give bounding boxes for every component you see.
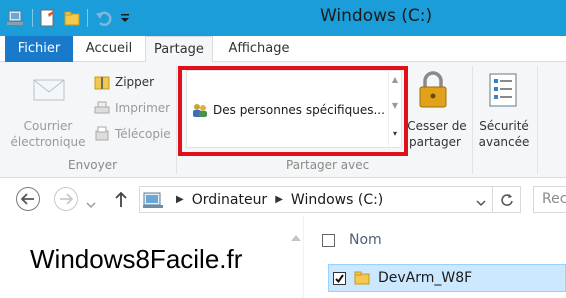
- send-group-label: Envoyer: [68, 158, 118, 172]
- email-icon: [32, 72, 66, 110]
- tab-file[interactable]: Fichier: [5, 36, 73, 62]
- scroll-up-icon[interactable]: [291, 226, 301, 245]
- refresh-icon[interactable]: [492, 187, 520, 212]
- forward-arrow-icon: [59, 190, 74, 209]
- search-input[interactable]: Rec: [533, 186, 566, 213]
- content-area: Windows8Facile.fr Nom DevArm_W8F: [0, 216, 566, 298]
- title-bar: Windows (C:): [0, 0, 566, 36]
- quick-access-toolbar: [4, 6, 130, 30]
- tab-view[interactable]: Affichage: [222, 36, 296, 62]
- fax-icon: [94, 126, 112, 142]
- select-all-checkbox[interactable]: [322, 233, 335, 247]
- address-dropdown-icon[interactable]: [476, 195, 486, 211]
- undo-icon[interactable]: [94, 8, 114, 28]
- zip-folder-icon: [94, 74, 112, 90]
- recent-locations-icon[interactable]: [86, 194, 96, 213]
- printer-icon: [94, 100, 112, 116]
- highlight-box: [178, 66, 408, 156]
- stop-sharing-line1: Cesser de: [407, 119, 467, 133]
- print-button[interactable]: Imprimer: [94, 100, 170, 116]
- email-label-line2: électronique: [10, 135, 86, 149]
- window-title: Windows (C:): [320, 6, 433, 26]
- stop-sharing-line2: partager: [409, 135, 461, 149]
- group-divider: [537, 66, 538, 174]
- navigation-pane-scrollbar[interactable]: [288, 216, 304, 298]
- fax-button[interactable]: Télécopie: [94, 126, 171, 142]
- address-bar[interactable]: ▶ Ordinateur ▶ Windows (C:): [139, 186, 521, 213]
- advanced-security-line2: avancée: [478, 135, 530, 149]
- zip-label: Zipper: [115, 75, 155, 89]
- share-group-label: Partager avec: [286, 158, 370, 172]
- column-header-name[interactable]: Nom: [322, 232, 382, 248]
- breadcrumb-drive[interactable]: Windows (C:): [291, 192, 383, 208]
- group-divider: [472, 66, 473, 174]
- qat-divider: [87, 9, 88, 27]
- advanced-security-line1: Sécurité: [479, 119, 529, 133]
- back-button[interactable]: [16, 187, 40, 211]
- zip-button[interactable]: Zipper: [94, 74, 154, 90]
- fax-label: Télécopie: [115, 127, 171, 141]
- explorer-icon: [4, 7, 26, 29]
- column-header-label: Nom: [349, 232, 382, 248]
- breadcrumb-computer[interactable]: Ordinateur: [192, 192, 268, 208]
- new-folder-icon[interactable]: [63, 8, 81, 28]
- stop-sharing-button[interactable]: Cesser de partager: [406, 66, 467, 152]
- folder-icon: [354, 270, 370, 286]
- email-label-line1: Courrier: [23, 119, 73, 133]
- tab-share[interactable]: Partage: [145, 36, 213, 63]
- navigation-bar: ▶ Ordinateur ▶ Windows (C:) Rec: [0, 182, 566, 216]
- back-arrow-icon: [20, 190, 35, 209]
- properties-icon[interactable]: [39, 8, 57, 28]
- forward-button[interactable]: [54, 187, 78, 211]
- advanced-security-icon: [486, 70, 520, 114]
- up-arrow-icon[interactable]: [114, 190, 128, 212]
- item-checkbox[interactable]: [333, 271, 346, 285]
- customize-dropdown-icon[interactable]: [120, 12, 130, 24]
- advanced-security-button[interactable]: Sécurité avancée: [476, 66, 532, 152]
- ribbon-tabs: Fichier Accueil Partage Affichage: [0, 36, 566, 63]
- tab-home[interactable]: Accueil: [78, 36, 140, 62]
- breadcrumb-separator-icon[interactable]: ▶: [275, 194, 283, 205]
- padlock-icon: [416, 70, 450, 114]
- email-button[interactable]: Courrier électronique: [8, 66, 88, 150]
- group-divider: [176, 66, 177, 174]
- print-label: Imprimer: [115, 101, 171, 115]
- drive-icon: [142, 190, 164, 210]
- breadcrumb-separator-icon[interactable]: ▶: [176, 194, 184, 205]
- list-item[interactable]: DevArm_W8F: [328, 264, 566, 292]
- item-name: DevArm_W8F: [378, 270, 473, 286]
- qat-divider: [32, 9, 33, 27]
- watermark: Windows8Facile.fr: [30, 244, 243, 274]
